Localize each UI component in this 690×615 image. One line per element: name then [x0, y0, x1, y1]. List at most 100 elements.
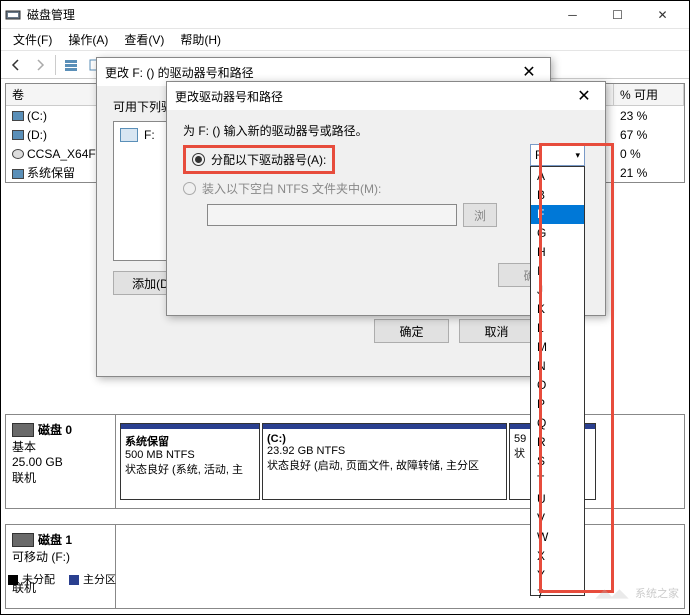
dropdown-option[interactable]: W [531, 528, 584, 547]
volume-icon [12, 169, 24, 179]
legend-square-blue [69, 575, 79, 585]
dropdown-option[interactable]: K [531, 300, 584, 319]
dropdown-option[interactable]: H [531, 243, 584, 262]
disk-size: 25.00 GB [12, 455, 109, 469]
partition-size: 500 MB NTFS [125, 449, 255, 461]
radio-mount-label: 装入以下空白 NTFS 文件夹中(M): [202, 180, 381, 197]
disk-partitions: 系统保留 500 MB NTFS 状态良好 (系统, 活动, 主 (C:) 23… [116, 415, 684, 508]
header-volume[interactable]: 卷 [6, 84, 106, 105]
volume-icon [12, 111, 24, 121]
drive-icon [120, 128, 138, 142]
partition-status: 状态良好 (启动, 页面文件, 故障转储, 主分区 [267, 457, 502, 473]
legend-square-black [8, 575, 18, 585]
volume-free: 21 % [614, 165, 684, 181]
dropdown-option[interactable]: L [531, 319, 584, 338]
radio-assign-row[interactable]: 分配以下驱动器号(A): [183, 145, 589, 174]
dropdown-option[interactable]: P [531, 395, 584, 414]
toolbar-view-button[interactable] [60, 54, 82, 76]
dropdown-list[interactable]: ABFGHIJKLMNOPQRSTUVWXY7 [530, 166, 585, 596]
partition[interactable]: (C:) 23.92 GB NTFS 状态良好 (启动, 页面文件, 故障转储,… [262, 423, 507, 500]
toolbar-separator [55, 55, 56, 75]
dropdown-option[interactable]: N [531, 357, 584, 376]
menu-file[interactable]: 文件(F) [5, 29, 60, 50]
minimize-button[interactable]: ─ [550, 2, 595, 28]
dialog-titlebar: 更改驱动器号和路径 ✕ [167, 82, 605, 110]
mount-input-row: 浏 [183, 203, 589, 227]
dropdown-option[interactable]: 7 [531, 585, 584, 604]
disk-type: 可移动 (F:) [12, 548, 109, 565]
dropdown-option[interactable]: G [531, 224, 584, 243]
partition-size: 59 [514, 433, 529, 445]
watermark-text: 系统之家 [635, 585, 679, 601]
dropdown-option[interactable]: M [531, 338, 584, 357]
dropdown-option[interactable]: Q [531, 414, 584, 433]
partition-label: (C:) [267, 433, 502, 445]
close-icon[interactable]: ✕ [571, 86, 597, 106]
dropdown-select[interactable]: F ▾ [530, 144, 585, 166]
partition[interactable]: 系统保留 500 MB NTFS 状态良好 (系统, 活动, 主 [120, 423, 260, 500]
close-button[interactable]: ✕ [640, 2, 685, 28]
legend-primary: 主分区 [69, 571, 116, 587]
radio-mount-row[interactable]: 装入以下空白 NTFS 文件夹中(M): [183, 180, 589, 197]
legend: 未分配 主分区 [5, 568, 119, 590]
mount-path-input [207, 204, 457, 226]
watermark: 系统之家 [593, 580, 679, 606]
close-icon[interactable]: ✕ [516, 62, 542, 82]
partition-status: 状 [514, 445, 529, 461]
dropdown-option[interactable]: J [531, 281, 584, 300]
chevron-down-icon: ▾ [575, 150, 580, 161]
dropdown-option[interactable]: T [531, 471, 584, 490]
dropdown-option[interactable]: V [531, 509, 584, 528]
partition-status: 状态良好 (系统, 活动, 主 [125, 461, 255, 477]
volume-name: (D:) [27, 128, 47, 142]
disk-status: 联机 [12, 469, 109, 486]
cd-icon [12, 149, 24, 159]
disk-type: 基本 [12, 438, 109, 455]
titlebar: 磁盘管理 ─ ☐ ✕ [1, 1, 689, 29]
dropdown-option[interactable]: U [531, 490, 584, 509]
dropdown-option[interactable]: S [531, 452, 584, 471]
change-drive-letter-dialog: 更改驱动器号和路径 ✕ 为 F: () 输入新的驱动器号或路径。 分配以下驱动器… [166, 81, 606, 316]
dropdown-option[interactable]: R [531, 433, 584, 452]
dropdown-option[interactable]: B [531, 186, 584, 205]
dialog-instruction: 为 F: () 输入新的驱动器号或路径。 [183, 122, 589, 139]
volume-name: 系统保留 [27, 166, 75, 180]
legend-unallocated: 未分配 [8, 571, 55, 587]
disk-name: 磁盘 1 [38, 531, 72, 548]
window-title: 磁盘管理 [27, 6, 550, 23]
ok-button[interactable]: 确定 [374, 319, 449, 343]
menu-view[interactable]: 查看(V) [116, 29, 172, 50]
disk-name: 磁盘 0 [38, 421, 72, 438]
menubar: 文件(F) 操作(A) 查看(V) 帮助(H) [1, 29, 689, 51]
dropdown-option[interactable]: O [531, 376, 584, 395]
volume-icon [12, 130, 24, 140]
disk-info: 磁盘 0 基本 25.00 GB 联机 [6, 415, 116, 508]
dropdown-option[interactable]: I [531, 262, 584, 281]
highlight-annotation: 分配以下驱动器号(A): [183, 145, 335, 174]
volume-free: 67 % [614, 127, 684, 143]
browse-button: 浏 [463, 203, 497, 227]
radio-mount[interactable] [183, 182, 196, 195]
menu-help[interactable]: 帮助(H) [172, 29, 229, 50]
partition-bar [121, 424, 259, 429]
dropdown-option[interactable]: X [531, 547, 584, 566]
volume-free: 23 % [614, 108, 684, 124]
drive-letter-dropdown[interactable]: F ▾ ABFGHIJKLMNOPQRSTUVWXY7 [530, 144, 585, 596]
partition-label: 系统保留 [125, 433, 255, 449]
back-button[interactable] [5, 54, 27, 76]
maximize-button[interactable]: ☐ [595, 2, 640, 28]
disk-title: 磁盘 0 [12, 421, 109, 438]
dropdown-option[interactable]: F [531, 205, 584, 224]
disk-icon [12, 423, 34, 437]
window-controls: ─ ☐ ✕ [550, 2, 685, 28]
forward-button[interactable] [29, 54, 51, 76]
dropdown-option[interactable]: A [531, 167, 584, 186]
radio-assign-label: 分配以下驱动器号(A): [211, 151, 326, 168]
menu-action[interactable]: 操作(A) [60, 29, 116, 50]
header-free[interactable]: % 可用 [614, 84, 684, 105]
dropdown-option[interactable]: Y [531, 566, 584, 585]
dialog-title: 更改驱动器号和路径 [175, 88, 571, 105]
volume-free: 0 % [614, 146, 684, 162]
cancel-button[interactable]: 取消 [459, 319, 534, 343]
radio-assign[interactable] [192, 153, 205, 166]
